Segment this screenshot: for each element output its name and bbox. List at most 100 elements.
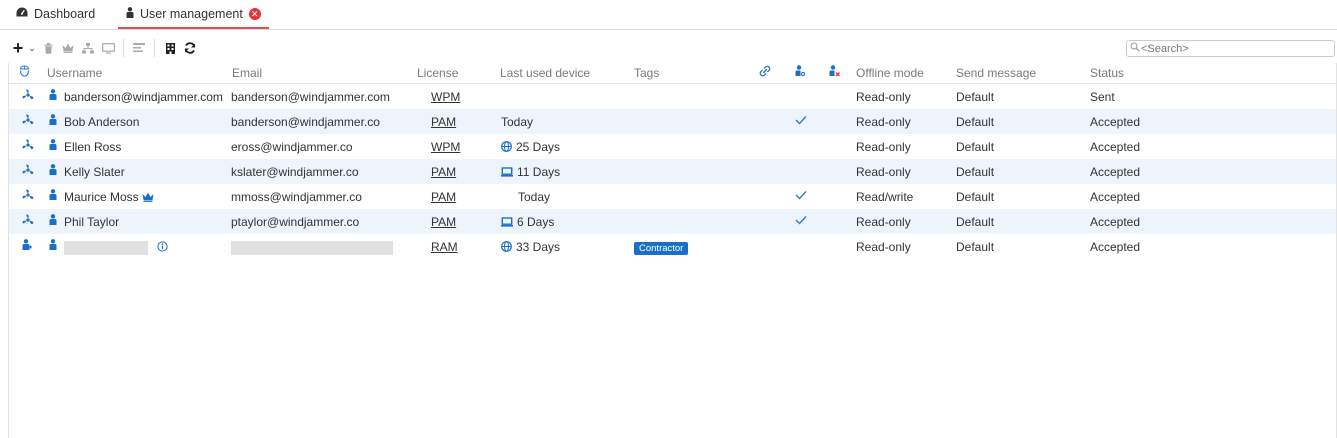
license-link[interactable]: WPM — [431, 140, 460, 154]
email-cell — [231, 240, 393, 255]
fan-icon — [22, 139, 34, 154]
column-email[interactable]: Email — [232, 66, 262, 80]
table-row[interactable]: Kelly Slater kslater@windjammer.co PAM 11 D… — [9, 159, 1336, 184]
send-message-cell: Default — [956, 140, 995, 154]
monitor-icon[interactable] — [98, 38, 118, 58]
username-text: Ellen Ross — [64, 140, 122, 154]
license-link[interactable]: PAM — [431, 215, 456, 229]
username-text: Kelly Slater — [64, 165, 125, 179]
tag-label: Contractor — [634, 242, 689, 255]
list-icon[interactable] — [129, 38, 149, 58]
person-icon — [49, 114, 57, 128]
table-header: Username Email License Last used device … — [9, 63, 1336, 84]
license-link[interactable]: PAM — [431, 165, 456, 179]
building-icon[interactable] — [160, 38, 180, 58]
email-text: banderson@windjammer.com — [231, 90, 390, 104]
redacted-username — [64, 240, 148, 255]
username-text: Bob Anderson — [64, 115, 140, 129]
email-cell: kslater@windjammer.co — [231, 165, 359, 179]
status-cell: Accepted — [1090, 215, 1141, 229]
crown-icon — [142, 191, 154, 205]
offline-mode-cell: Read-only — [856, 140, 911, 154]
close-icon[interactable]: ✕ — [248, 7, 261, 20]
username-cell[interactable]: Ellen Ross — [64, 140, 121, 154]
column-tags[interactable]: Tags — [634, 66, 659, 80]
device-text: Today — [518, 190, 551, 204]
table-row[interactable]: RAM 33 Days Contractor Read-only Default Acce… — [9, 234, 1336, 259]
email-text: ptaylor@windjammer.co — [231, 215, 360, 229]
tag-badge[interactable]: Contractor — [634, 240, 689, 255]
last-used-device-cell: 25 Days — [501, 140, 560, 155]
person-icon — [49, 214, 57, 228]
table-row[interactable]: Maurice Moss mmoss@windjammer.co PAM Today… — [9, 184, 1336, 209]
offline-mode-cell: Read/write — [856, 190, 914, 204]
person-icon — [49, 139, 57, 153]
fan-icon — [22, 189, 34, 204]
license-link[interactable]: PAM — [431, 190, 456, 204]
status-cell: Accepted — [1090, 115, 1141, 129]
fan-icon — [22, 114, 34, 129]
username-text: Maurice Moss — [64, 190, 139, 204]
email-cell: mmoss@windjammer.co — [231, 190, 362, 204]
status-cell: Accepted — [1090, 190, 1141, 204]
last-used-device-cell: Today — [501, 115, 533, 129]
username-text: Phil Taylor — [64, 215, 120, 229]
person-icon — [49, 189, 57, 203]
table-row[interactable]: banderson@windjammer.com banderson@windja… — [9, 84, 1336, 109]
username-cell[interactable]: Phil Taylor — [64, 215, 119, 229]
column-username[interactable]: Username — [47, 66, 102, 80]
column-type-icon[interactable] — [19, 65, 30, 80]
refresh-icon[interactable] — [180, 38, 200, 58]
hierarchy-icon[interactable] — [78, 38, 98, 58]
globe-icon — [501, 141, 512, 155]
status-cell: Accepted — [1090, 240, 1141, 254]
link-icon[interactable] — [759, 65, 771, 80]
tab-dashboard[interactable]: Dashboard — [16, 0, 95, 28]
offline-mode-cell: Read-only — [856, 240, 911, 254]
crown-icon[interactable] — [58, 38, 78, 58]
last-used-device-cell: 6 Days — [501, 215, 554, 230]
chevron-down-icon[interactable]: ⌄ — [26, 38, 38, 58]
tab-label: Dashboard — [34, 7, 96, 21]
user-remove-icon[interactable] — [829, 65, 841, 80]
license-link[interactable]: RAM — [431, 240, 458, 254]
email-cell: banderson@windjammer.com — [231, 90, 390, 104]
tab-bar: Dashboard User management ✕ — [0, 0, 1337, 30]
column-license[interactable]: License — [417, 66, 458, 80]
trash-icon[interactable] — [38, 38, 58, 58]
redacted-email — [231, 240, 393, 255]
laptop-icon — [501, 166, 513, 180]
send-message-cell: Default — [956, 240, 995, 254]
offline-mode-cell: Read-only — [856, 90, 911, 104]
table-row[interactable]: Bob Anderson banderson@windjammer.co PAM To… — [9, 109, 1336, 134]
toolbar-divider — [123, 39, 124, 57]
info-icon[interactable] — [157, 241, 168, 255]
table-row[interactable]: Ellen Ross eross@windjammer.co WPM 25 Days R… — [9, 134, 1336, 159]
username-cell[interactable]: Kelly Slater — [64, 165, 125, 179]
person-icon — [126, 6, 134, 21]
search-box[interactable] — [1126, 40, 1335, 57]
plus-icon[interactable]: + — [10, 38, 26, 58]
last-used-device-cell: 11 Days — [501, 165, 560, 180]
table-row[interactable]: Phil Taylor ptaylor@windjammer.co PAM 6 Day… — [9, 209, 1336, 234]
person-icon — [49, 239, 57, 253]
column-status[interactable]: Status — [1090, 66, 1124, 80]
username-cell[interactable] — [64, 240, 168, 255]
username-cell[interactable]: Bob Anderson — [64, 115, 139, 129]
offline-mode-cell: Read-only — [856, 115, 911, 129]
email-text: banderson@windjammer.co — [231, 115, 380, 129]
globe-icon — [501, 241, 512, 255]
license-link[interactable]: PAM — [431, 115, 456, 129]
user-key-icon[interactable] — [795, 65, 806, 80]
device-text: 11 Days — [517, 165, 561, 179]
license-link[interactable]: WPM — [431, 90, 460, 104]
tab-user-management[interactable]: User management ✕ — [118, 0, 269, 29]
laptop-icon — [501, 216, 513, 230]
username-cell[interactable]: Maurice Moss — [64, 190, 154, 205]
search-input[interactable] — [1141, 42, 1326, 55]
username-cell[interactable]: banderson@windjammer.com — [64, 90, 223, 104]
column-last-used-device[interactable]: Last used device — [500, 66, 590, 80]
column-send-message[interactable]: Send message — [956, 66, 1036, 80]
user-table: Username Email License Last used device … — [8, 63, 1337, 438]
column-offline-mode[interactable]: Offline mode — [856, 66, 924, 80]
